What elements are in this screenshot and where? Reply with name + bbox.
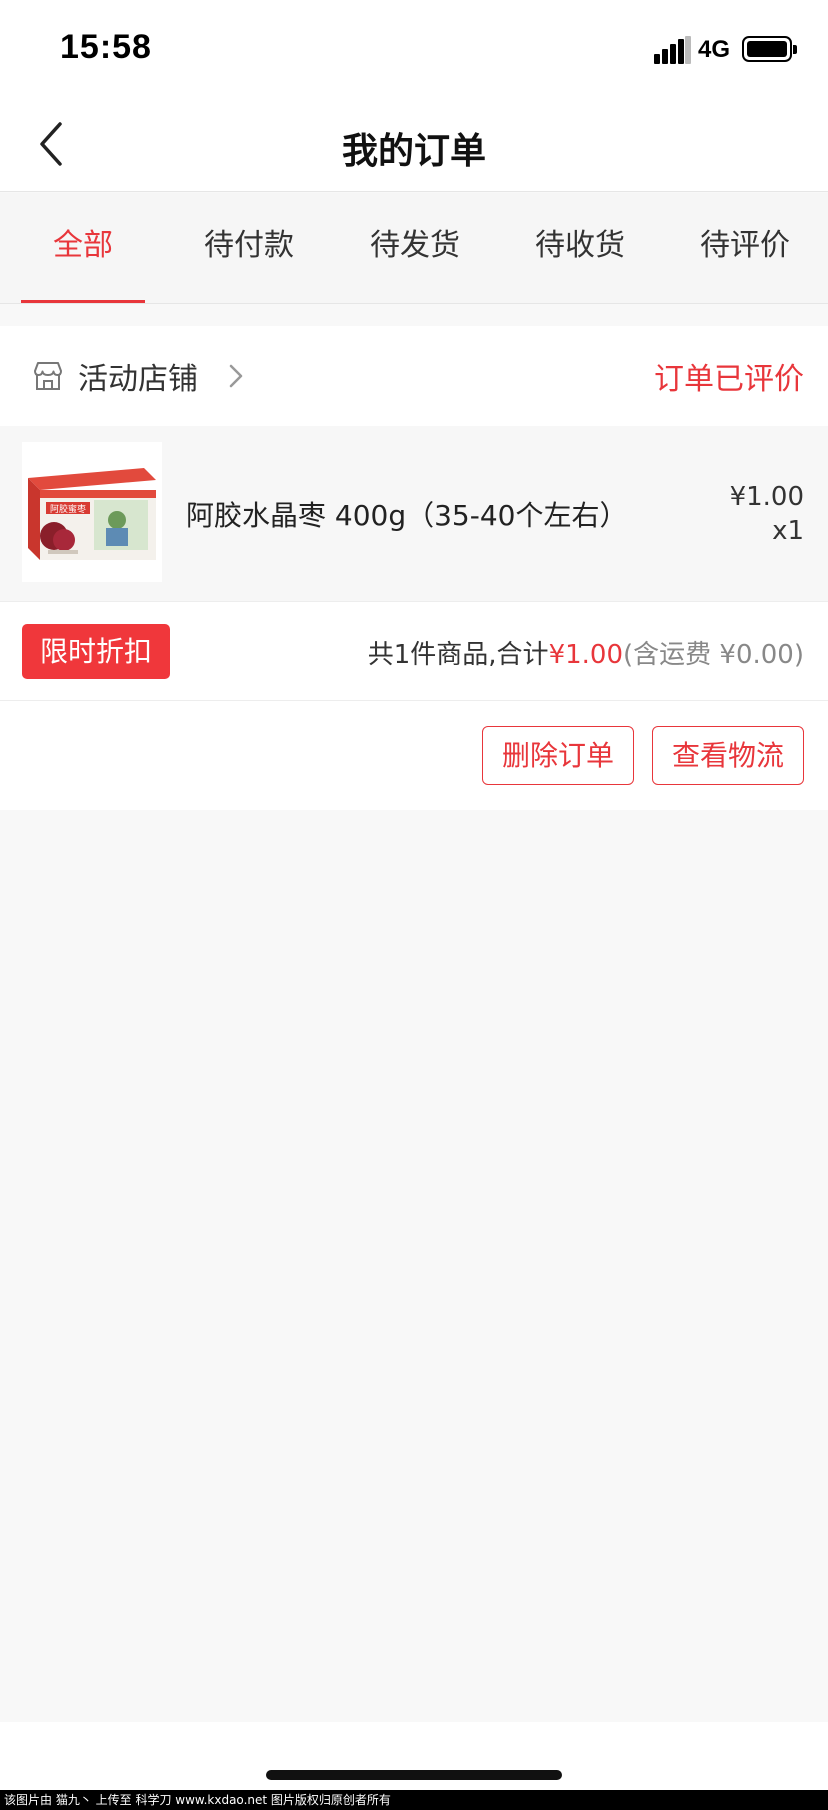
tab-pending-shipment[interactable]: 待发货: [332, 193, 498, 303]
page-title: 我的订单: [341, 131, 486, 172]
view-logistics-button[interactable]: 查看物流: [652, 726, 804, 785]
shop-name: 活动店铺: [78, 362, 198, 397]
svg-text:阿胶蜜枣: 阿胶蜜枣: [50, 503, 86, 515]
chevron-right-icon: [229, 364, 243, 388]
product-image: 阿胶蜜枣: [22, 442, 162, 582]
shop-row[interactable]: 活动店铺 订单已评价: [0, 326, 828, 426]
product-quantity: x1: [772, 516, 804, 546]
summary-shipping: (含运费 ¥0.00): [623, 640, 804, 670]
tab-pending-receipt[interactable]: 待收货: [497, 193, 663, 303]
status-bar: 15:58 4G: [0, 0, 828, 96]
delete-order-button[interactable]: 删除订单: [482, 726, 634, 785]
summary-total: ¥1.00: [548, 640, 623, 670]
status-time: 15:58: [60, 28, 152, 66]
tab-pending-payment[interactable]: 待付款: [166, 193, 332, 303]
tab-all[interactable]: 全部: [0, 193, 166, 303]
action-row: 删除订单 查看物流: [0, 701, 828, 810]
home-indicator[interactable]: [266, 1770, 562, 1780]
watermark: 该图片由 猫九丶 上传至 科学刀 www.kxdao.net 图片版权归原创者所…: [0, 1790, 828, 1810]
signal-icon: [654, 36, 691, 64]
order-tabs: 全部 待付款 待发货 待收货 待评价: [0, 193, 828, 304]
order-card: 活动店铺 订单已评价 阿胶蜜枣 阿胶水晶枣 400g（35-40个左右） ¥1.…: [0, 326, 828, 810]
product-price: ¥1.00: [729, 482, 804, 512]
summary-prefix: 共1件商品,合计: [367, 640, 549, 670]
order-status: 订单已评价: [654, 362, 804, 397]
tab-pending-review[interactable]: 待评价: [662, 193, 828, 303]
promo-badge: 限时折扣: [22, 624, 170, 679]
order-summary: 共1件商品,合计¥1.00(含运费 ¥0.00): [368, 634, 804, 671]
battery-icon: [742, 36, 797, 62]
product-row[interactable]: 阿胶蜜枣 阿胶水晶枣 400g（35-40个左右） ¥1.00 x1: [0, 426, 828, 601]
summary-row: 限时折扣 共1件商品,合计¥1.00(含运费 ¥0.00): [0, 601, 828, 701]
product-name: 阿胶水晶枣 400g（35-40个左右）: [186, 499, 628, 532]
network-type: 4G: [698, 36, 731, 63]
store-icon: [34, 362, 62, 390]
nav-bar: 我的订单: [0, 96, 828, 192]
screen: 15:58 4G 我的订单 全部 待付款 待发货 待收货 待评价 活动店铺 订单…: [0, 0, 828, 1810]
